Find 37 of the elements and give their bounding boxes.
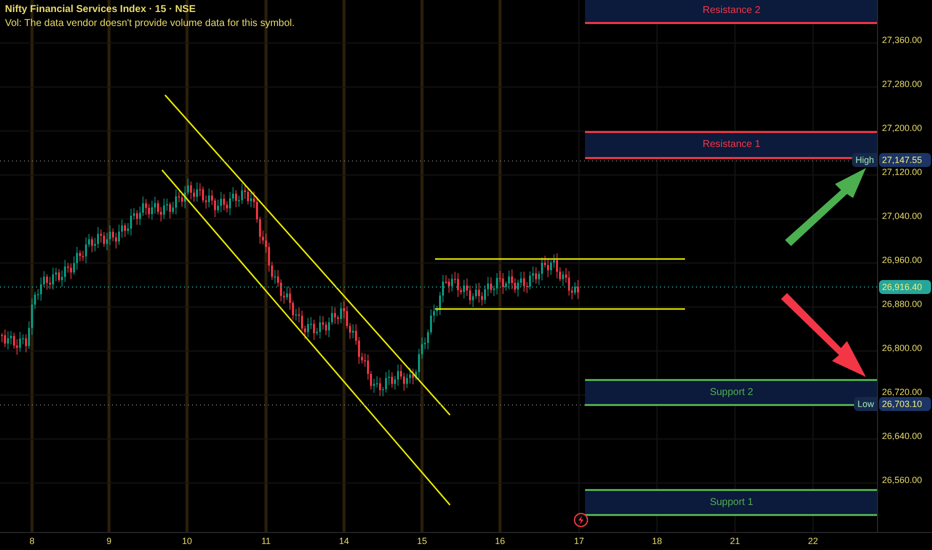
price-tick: 26,560.00 (882, 474, 922, 487)
price-tick: 27,200.00 (882, 122, 922, 135)
price-tick: 27,360.00 (882, 34, 922, 47)
time-tick: 9 (106, 535, 112, 548)
price-tag-label: High (852, 152, 877, 167)
price-tick: 27,040.00 (882, 210, 922, 223)
zone-label: Resistance 1 (702, 138, 760, 152)
price-tick: 27,280.00 (882, 78, 922, 91)
price-tick: 26,720.00 (882, 386, 922, 399)
time-tick: 22 (808, 535, 818, 548)
price-tag: 26,916.40 (879, 280, 931, 294)
up-arrow-icon (785, 168, 866, 246)
price-tick: 26,640.00 (882, 430, 922, 443)
time-tick: 21 (730, 535, 740, 548)
time-tick: 17 (574, 535, 584, 548)
volume-note: Vol: The data vendor doesn't provide volume data for this symbol. (5, 17, 295, 31)
zone-label: Support 2 (710, 386, 754, 400)
price-tick: 26,800.00 (882, 342, 922, 355)
price-tick: 26,880.00 (882, 298, 922, 311)
time-tick: 11 (261, 535, 271, 548)
price-tick: 26,960.00 (882, 254, 922, 267)
zone-label: Resistance 2 (702, 4, 760, 18)
price-tag-label: Low (854, 397, 877, 412)
time-tick: 16 (495, 535, 505, 548)
lightning-icon (573, 512, 589, 528)
time-tick: 15 (417, 535, 427, 548)
time-tick: 14 (339, 535, 349, 548)
chart-canvas[interactable]: Resistance 2 Resistance 1 Support 2 Support 1 Nifty Financial Services Index · 15 · NSE Vol: The data vendor doesn't provide volume data for this symbol. High Low (0, 0, 878, 532)
price-tag: 26,703.10 (879, 397, 931, 412)
time-tick: 18 (652, 535, 662, 548)
price-tag: 27,147.55 (879, 152, 931, 167)
symbol-title: Nifty Financial Services Index · 15 · NSE (5, 3, 197, 17)
time-tick: 8 (30, 535, 34, 548)
price-tick: 27,120.00 (882, 166, 922, 179)
down-arrow-icon (781, 293, 866, 377)
zone-label: Support 1 (710, 496, 754, 510)
time-tick: 10 (182, 535, 192, 548)
